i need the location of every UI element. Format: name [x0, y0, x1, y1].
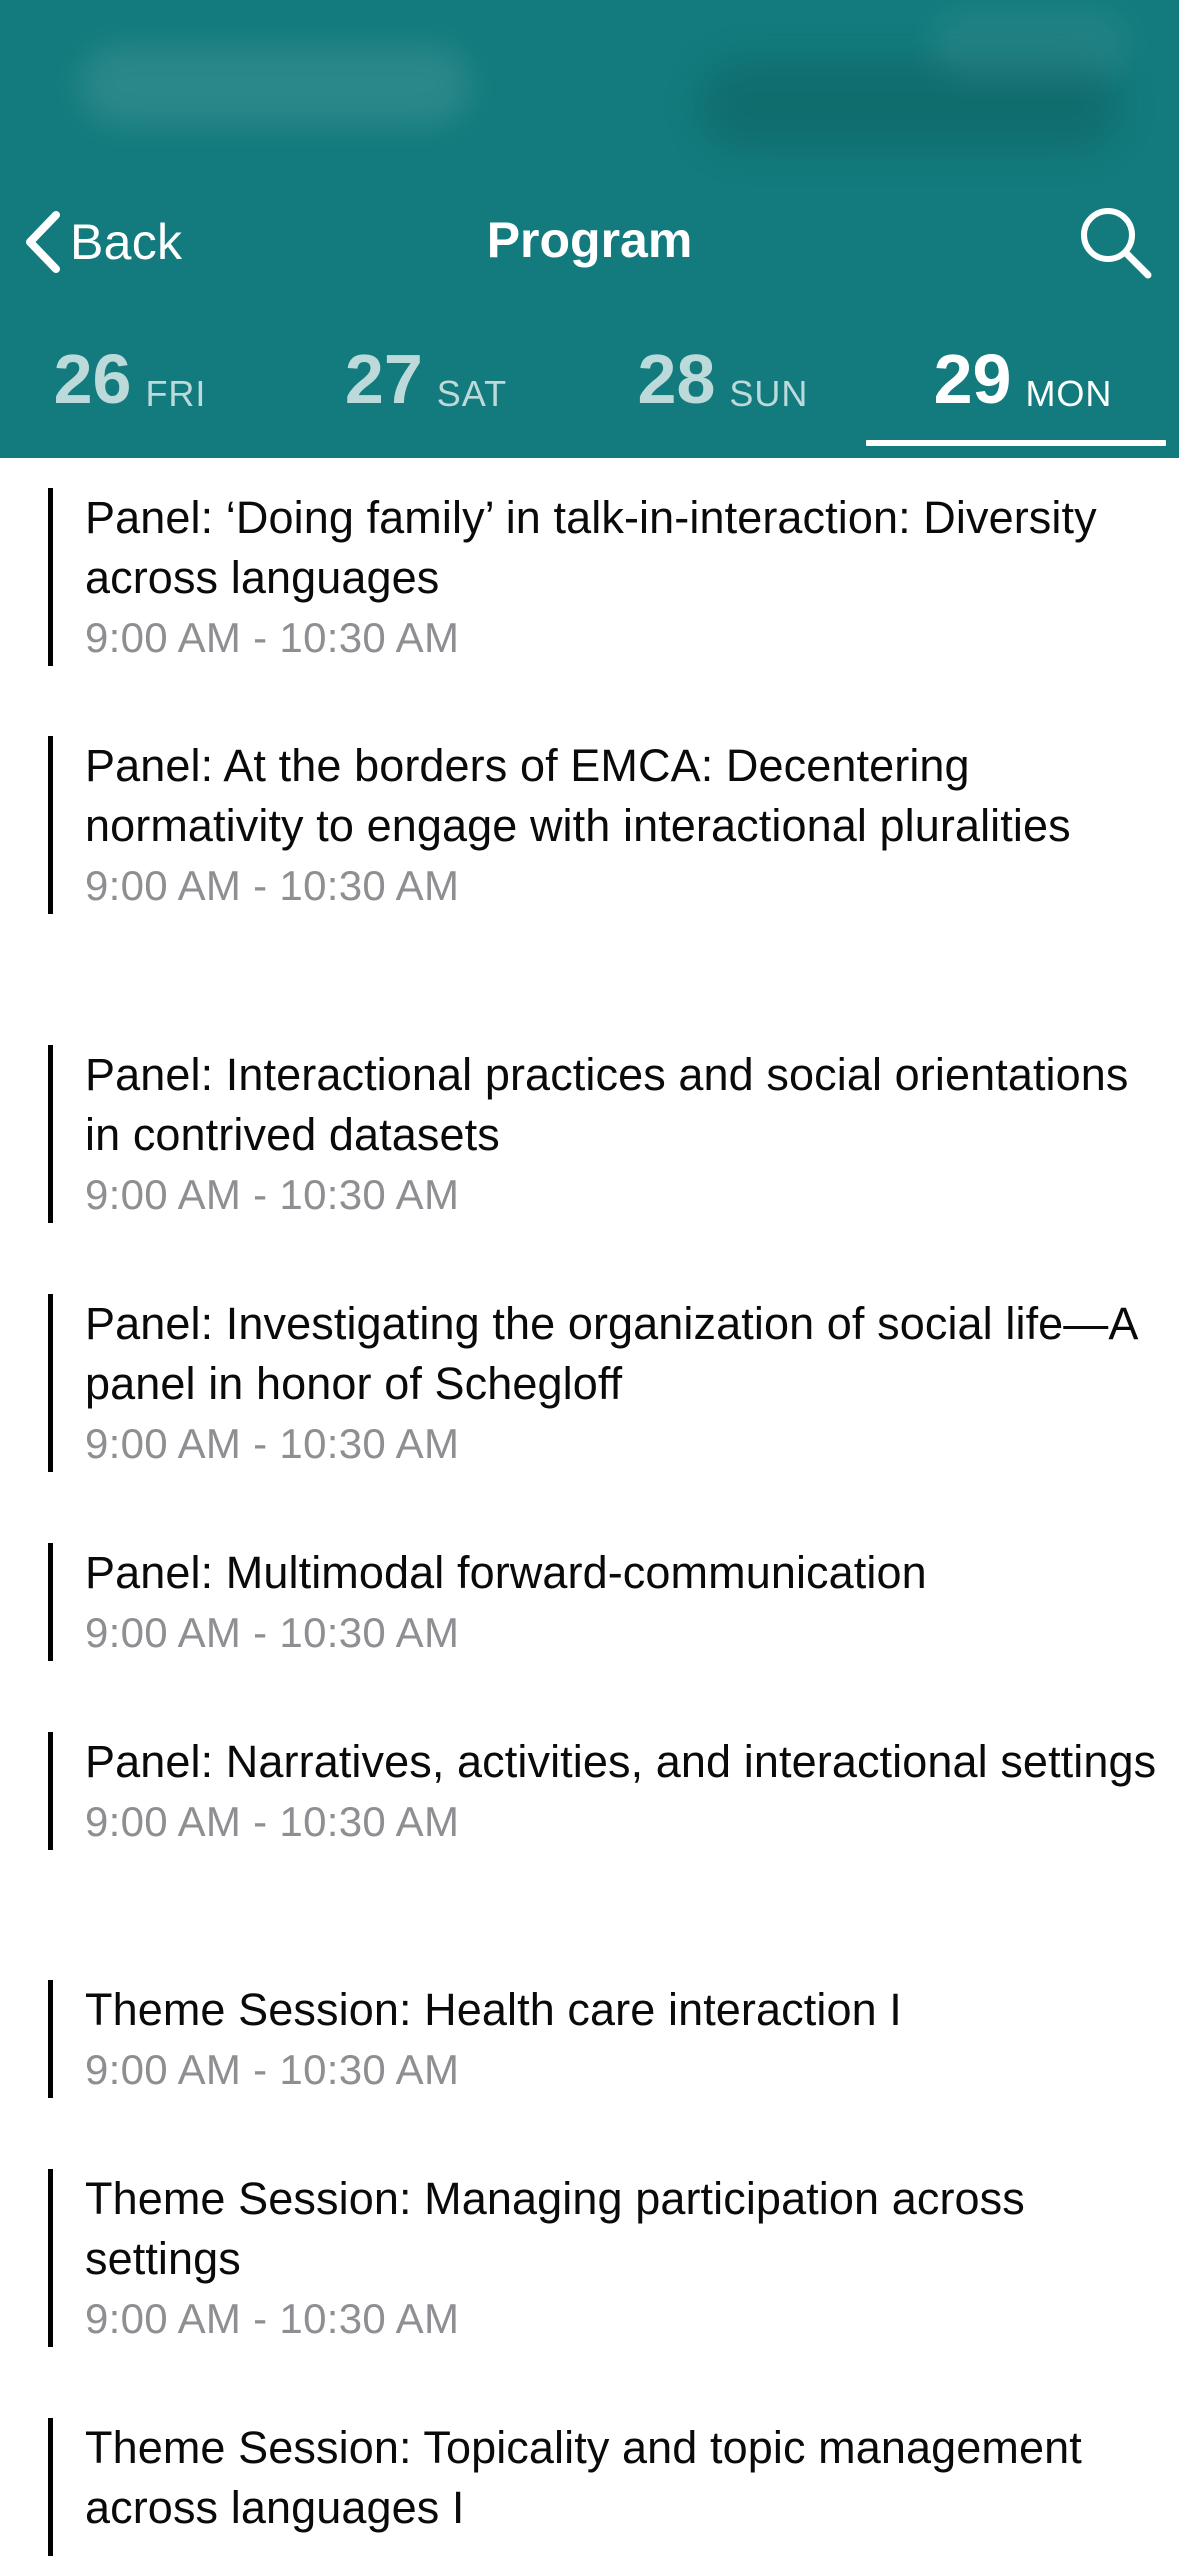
session-time: 9:00 AM - 10:30 AM — [85, 1609, 460, 1656]
session-title: Panel: Narratives, activities, and inter… — [85, 1736, 1157, 1787]
session-title: Panel: Investigating the organization of… — [85, 1298, 1137, 1409]
session-time: 9:00 AM - 10:30 AM — [85, 862, 460, 909]
tab-day-29[interactable]: 29 MON — [918, 330, 1128, 448]
session-title: Panel: At the borders of EMCA: Decenteri… — [85, 740, 1071, 851]
status-bar-blur-left — [80, 46, 470, 124]
tab-day-number: 28 — [637, 340, 716, 418]
session-list: Panel: ‘Doing family’ in talk-in-interac… — [0, 458, 1179, 2556]
session-time: 9:00 AM - 10:30 AM — [85, 2295, 460, 2342]
search-icon — [1076, 203, 1154, 286]
nav-bar: Back Program — [0, 188, 1179, 298]
session-item[interactable]: Panel: Interactional practices and socia… — [48, 1045, 1158, 1223]
tab-day-name: SAT — [436, 373, 508, 414]
active-tab-indicator — [866, 440, 1166, 446]
session-item[interactable]: Panel: Investigating the organization of… — [48, 1294, 1158, 1472]
tab-day-name: MON — [1025, 373, 1113, 414]
tab-day-28[interactable]: 28 SUN — [628, 330, 818, 448]
day-tabs: 26 FRI 27 SAT 28 SUN 29 MON — [0, 330, 1179, 448]
session-title: Theme Session: Managing participation ac… — [85, 2173, 1025, 2284]
session-title: Theme Session: Health care interaction I — [85, 1984, 902, 2035]
session-time: 9:00 AM - 10:30 AM — [85, 1420, 460, 1467]
session-title: Panel: Multimodal forward-communication — [85, 1547, 927, 1598]
session-item[interactable]: Panel: Multimodal forward-communication … — [48, 1543, 1158, 1661]
back-label: Back — [70, 214, 183, 270]
chevron-left-icon — [18, 207, 66, 277]
tab-day-name: SUN — [729, 373, 809, 414]
session-time: 9:00 AM - 10:30 AM — [85, 1798, 460, 1845]
program-screen: Back Program 26 FRI 27 SAT 28 SUN 29 MON… — [0, 0, 1179, 2556]
session-item[interactable]: Panel: Narratives, activities, and inter… — [48, 1732, 1158, 1850]
header: Back Program 26 FRI 27 SAT 28 SUN 29 MON — [0, 0, 1179, 458]
session-title: Panel: Interactional practices and socia… — [85, 1049, 1129, 1160]
tab-day-number: 27 — [344, 340, 423, 418]
tab-day-26[interactable]: 26 FRI — [40, 330, 220, 448]
session-item[interactable]: Panel: At the borders of EMCA: Decenteri… — [48, 736, 1158, 914]
tab-day-number: 26 — [53, 340, 132, 418]
session-title: Panel: ‘Doing family’ in talk-in-interac… — [85, 492, 1097, 603]
session-time: 9:00 AM - 10:30 AM — [85, 2046, 460, 2093]
session-time: 9:00 AM - 10:30 AM — [85, 614, 460, 661]
status-bar-blur-top-right — [930, 10, 1130, 80]
search-button[interactable] — [1075, 204, 1155, 284]
session-time: 9:00 AM - 10:30 AM — [85, 1171, 460, 1218]
session-title: Theme Session: Topicality and topic mana… — [85, 2422, 1082, 2533]
session-item[interactable]: Theme Session: Managing participation ac… — [48, 2169, 1158, 2347]
tab-day-27[interactable]: 27 SAT — [336, 330, 516, 448]
session-item[interactable]: Theme Session: Health care interaction I… — [48, 1980, 1158, 2098]
session-item[interactable]: Panel: ‘Doing family’ in talk-in-interac… — [48, 488, 1158, 666]
tab-day-number: 29 — [933, 340, 1012, 418]
session-item[interactable]: Theme Session: Topicality and topic mana… — [48, 2418, 1158, 2556]
tab-day-name: FRI — [145, 373, 207, 414]
back-button[interactable]: Back — [18, 202, 182, 282]
status-bar-blurred — [0, 0, 1179, 190]
